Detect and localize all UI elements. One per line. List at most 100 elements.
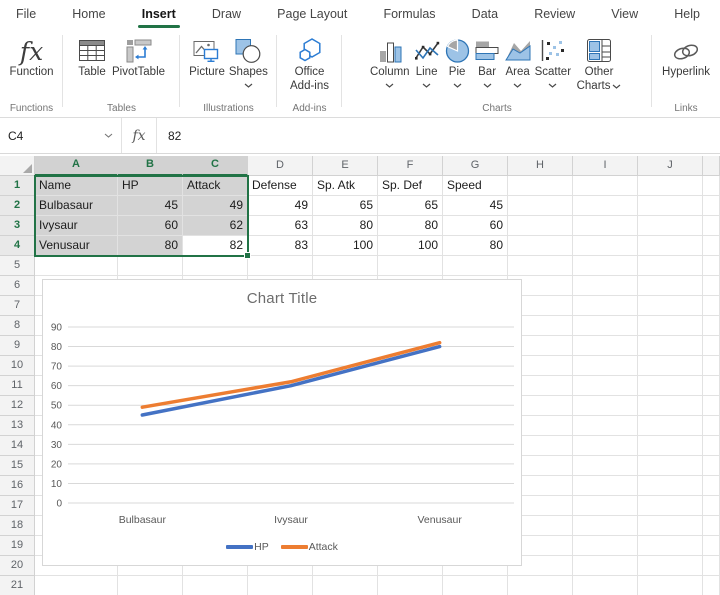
cell-C3[interactable]: 62 (183, 216, 248, 236)
cell-I9[interactable] (573, 336, 638, 356)
cell-A4[interactable]: Venusaur (35, 236, 118, 256)
cell-partial[interactable] (703, 356, 720, 376)
column-header-J[interactable]: J (638, 156, 703, 176)
row-header-16[interactable]: 16 (0, 476, 35, 496)
row-header-5[interactable]: 5 (0, 256, 35, 276)
cell-partial[interactable] (703, 416, 720, 436)
cell-partial[interactable] (703, 316, 720, 336)
row-header-12[interactable]: 12 (0, 396, 35, 416)
other-charts-button[interactable]: Other Charts (574, 33, 624, 93)
cell-G4[interactable]: 80 (443, 236, 508, 256)
cell-I1[interactable] (573, 176, 638, 196)
cell-J12[interactable] (638, 396, 703, 416)
hyperlink-button[interactable]: Hyperlink (662, 33, 710, 80)
cell-G2[interactable]: 45 (443, 196, 508, 216)
cell-E5[interactable] (313, 256, 378, 276)
area-chart-button[interactable]: Area (504, 33, 532, 88)
cell-D4[interactable]: 83 (248, 236, 313, 256)
row-header-9[interactable]: 9 (0, 336, 35, 356)
column-header-G[interactable]: G (443, 156, 508, 176)
column-header-C[interactable]: C (183, 156, 248, 176)
cell-C1[interactable]: Attack (183, 176, 248, 196)
cell-J2[interactable] (638, 196, 703, 216)
tab-data[interactable]: Data (470, 2, 500, 26)
cell-partial[interactable] (703, 556, 720, 576)
embedded-chart[interactable]: 0102030405060708090BulbasaurIvysaurVenus… (42, 279, 522, 566)
cell-partial[interactable] (703, 456, 720, 476)
cell-partial[interactable] (703, 276, 720, 296)
formula-input[interactable]: 82 (157, 118, 720, 153)
cell-J20[interactable] (638, 556, 703, 576)
row-header-1[interactable]: 1 (0, 176, 35, 196)
cell-I13[interactable] (573, 416, 638, 436)
picture-button[interactable]: Picture (189, 33, 225, 80)
cell-H3[interactable] (508, 216, 573, 236)
row-header-11[interactable]: 11 (0, 376, 35, 396)
cell-partial[interactable] (703, 176, 720, 196)
cell-F4[interactable]: 100 (378, 236, 443, 256)
column-header-D[interactable]: D (248, 156, 313, 176)
table-button[interactable]: Table (78, 33, 106, 80)
cell-I6[interactable] (573, 276, 638, 296)
row-header-13[interactable]: 13 (0, 416, 35, 436)
cell-D2[interactable]: 49 (248, 196, 313, 216)
cell-J5[interactable] (638, 256, 703, 276)
cell-partial[interactable] (703, 336, 720, 356)
cell-D1[interactable]: Defense (248, 176, 313, 196)
cell-H21[interactable] (508, 576, 573, 595)
cell-J9[interactable] (638, 336, 703, 356)
column-chart-button[interactable]: Column (370, 33, 410, 88)
cell-I4[interactable] (573, 236, 638, 256)
tab-page-layout[interactable]: Page Layout (275, 2, 349, 26)
cell-B2[interactable]: 45 (118, 196, 183, 216)
name-box[interactable]: C4 (0, 118, 122, 153)
shapes-button[interactable]: Shapes (229, 33, 268, 88)
cell-I11[interactable] (573, 376, 638, 396)
cell-I5[interactable] (573, 256, 638, 276)
column-header-F[interactable]: F (378, 156, 443, 176)
cell-partial[interactable] (703, 256, 720, 276)
column-header-I[interactable]: I (573, 156, 638, 176)
cell-I17[interactable] (573, 496, 638, 516)
cell-C4[interactable]: 82 (183, 236, 248, 256)
cell-F2[interactable]: 65 (378, 196, 443, 216)
row-header-2[interactable]: 2 (0, 196, 35, 216)
cell-partial[interactable] (703, 396, 720, 416)
column-header-H[interactable]: H (508, 156, 573, 176)
cell-partial[interactable] (703, 496, 720, 516)
row-header-10[interactable]: 10 (0, 356, 35, 376)
insert-function-button[interactable]: fx (122, 118, 157, 153)
cell-J6[interactable] (638, 276, 703, 296)
cell-I7[interactable] (573, 296, 638, 316)
tab-help[interactable]: Help (672, 2, 702, 26)
bar-chart-button[interactable]: Bar (474, 33, 501, 88)
pie-chart-button[interactable]: Pie (444, 33, 471, 88)
cell-I14[interactable] (573, 436, 638, 456)
cell-partial[interactable] (703, 536, 720, 556)
cell-J3[interactable] (638, 216, 703, 236)
cell-partial[interactable] (703, 296, 720, 316)
row-header-15[interactable]: 15 (0, 456, 35, 476)
cell-E2[interactable]: 65 (313, 196, 378, 216)
cell-B5[interactable] (118, 256, 183, 276)
row-header-8[interactable]: 8 (0, 316, 35, 336)
cell-C5[interactable] (183, 256, 248, 276)
cell-J14[interactable] (638, 436, 703, 456)
cell-partial[interactable] (703, 236, 720, 256)
tab-draw[interactable]: Draw (210, 2, 243, 26)
cell-D5[interactable] (248, 256, 313, 276)
row-header-14[interactable]: 14 (0, 436, 35, 456)
tab-view[interactable]: View (609, 2, 640, 26)
cell-I21[interactable] (573, 576, 638, 595)
cell-C2[interactable]: 49 (183, 196, 248, 216)
cell-G5[interactable] (443, 256, 508, 276)
cell-I10[interactable] (573, 356, 638, 376)
column-header-E[interactable]: E (313, 156, 378, 176)
row-header-20[interactable]: 20 (0, 556, 35, 576)
row-header-3[interactable]: 3 (0, 216, 35, 236)
cell-partial[interactable] (703, 476, 720, 496)
row-header-6[interactable]: 6 (0, 276, 35, 296)
scatter-chart-button[interactable]: Scatter (535, 33, 571, 88)
cell-A3[interactable]: Ivysaur (35, 216, 118, 236)
row-header-7[interactable]: 7 (0, 296, 35, 316)
